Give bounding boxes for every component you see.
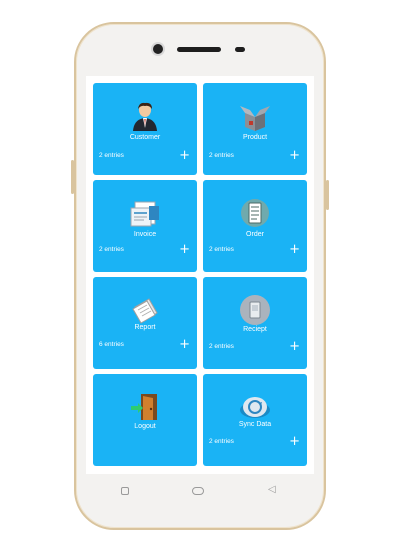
earpiece-speaker: [177, 47, 221, 52]
tile-customer[interactable]: Customer 2 entries +: [93, 83, 197, 175]
tile-label: Report: [134, 324, 156, 331]
add-reciept-button[interactable]: +: [289, 340, 300, 353]
order-list-icon: [241, 199, 269, 227]
tile-label: Reciept: [243, 326, 267, 333]
tile-sync-data[interactable]: Sync Data 2 entries +: [203, 374, 307, 466]
tile-invoice[interactable]: Invoice 2 entries +: [93, 180, 197, 272]
sync-data-add-button[interactable]: +: [289, 435, 300, 448]
tile-label: Customer: [129, 134, 161, 141]
tile-reciept[interactable]: Reciept 2 entries +: [203, 277, 307, 369]
tile-product[interactable]: Product 2 entries +: [203, 83, 307, 175]
add-invoice-button[interactable]: +: [179, 243, 190, 256]
tile-label: Logout: [134, 423, 156, 430]
tile-report[interactable]: Report 6 entries +: [93, 277, 197, 369]
add-order-button[interactable]: +: [289, 243, 300, 256]
app-screen: Customer 2 entries + Product 2 entries +…: [86, 76, 314, 474]
add-report-button[interactable]: +: [179, 338, 190, 351]
entries-count: 2 entries: [99, 246, 124, 253]
tile-label: Product: [242, 134, 268, 141]
add-customer-button[interactable]: +: [179, 149, 190, 162]
entries-count: 6 entries: [99, 341, 124, 348]
tile-order[interactable]: Order 2 entries +: [203, 180, 307, 272]
tile-label: Order: [246, 231, 264, 238]
recent-apps-icon[interactable]: [121, 487, 129, 495]
add-product-button[interactable]: +: [289, 149, 300, 162]
entries-count: 2 entries: [209, 438, 234, 445]
proximity-sensor: [235, 47, 245, 52]
receipt-icon: [240, 295, 270, 325]
report-icon: [132, 298, 158, 324]
sync-icon: [240, 397, 270, 418]
entries-count: 2 entries: [209, 246, 234, 253]
product-box-icon: [240, 106, 270, 131]
tile-label: Invoice: [133, 231, 157, 238]
tile-label: Sync Data: [238, 421, 272, 428]
back-icon[interactable]: ◁: [268, 484, 276, 495]
tile-logout[interactable]: Logout: [93, 374, 197, 466]
customer-icon: [133, 102, 157, 131]
entries-count: 2 entries: [99, 152, 124, 159]
logout-door-icon: [131, 394, 157, 420]
entries-count: 2 entries: [209, 343, 234, 350]
phone-power-button: [326, 180, 329, 210]
front-camera: [153, 44, 163, 54]
invoice-icon: [130, 201, 159, 227]
home-button-icon[interactable]: [192, 487, 204, 495]
entries-count: 2 entries: [209, 152, 234, 159]
